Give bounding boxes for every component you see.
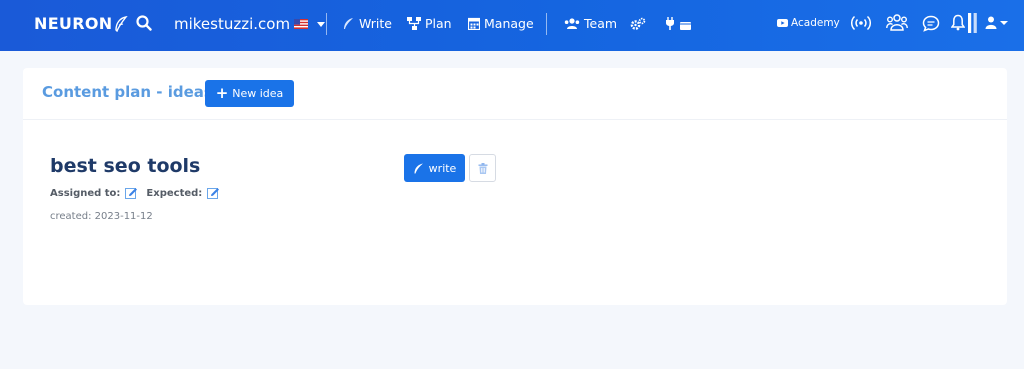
- delete-idea-button[interactable]: [469, 154, 496, 182]
- created-date: created: 2023-11-12: [50, 211, 153, 222]
- status-bars-icon: [968, 13, 978, 33]
- chevron-down-icon: [317, 21, 326, 27]
- neuron-logo[interactable]: NEURON: [34, 14, 129, 33]
- nav-plan[interactable]: Plan: [407, 16, 452, 31]
- nav-write-label: Write: [359, 16, 393, 31]
- plus-icon: +: [215, 84, 229, 102]
- chat-icon[interactable]: [922, 15, 940, 32]
- chevron-down-icon: [1000, 20, 1008, 25]
- edit-assigned-icon[interactable]: [125, 187, 138, 200]
- nav-divider: [546, 13, 547, 35]
- expected-label: Expected:: [146, 188, 203, 199]
- write-button[interactable]: write: [404, 154, 465, 182]
- nav-write[interactable]: Write: [342, 16, 392, 31]
- nav-divider: [326, 13, 327, 35]
- card-header: Content plan - ideas + New idea: [23, 68, 1007, 120]
- nav-manage[interactable]: Manage: [468, 16, 534, 31]
- search-icon[interactable]: [136, 15, 152, 36]
- new-idea-button[interactable]: + New idea: [205, 80, 294, 107]
- calendar-icon: [468, 17, 480, 30]
- academy-link[interactable]: Academy: [777, 17, 840, 29]
- write-label: write: [428, 161, 457, 175]
- feather-logo-icon: [115, 15, 129, 32]
- nav-manage-label: Manage: [484, 16, 534, 31]
- logo-text: NEURON: [34, 14, 113, 33]
- us-flag-icon: [294, 19, 309, 29]
- nav-team[interactable]: Team: [564, 16, 617, 31]
- top-navigation-bar: NEURON mikestuzzi.com Write Plan Manage …: [0, 0, 1024, 51]
- integrations-plug-icon[interactable]: [665, 17, 693, 31]
- nav-team-label: Team: [584, 16, 618, 31]
- broadcast-icon[interactable]: [851, 15, 871, 31]
- page-title: Content plan - ideas: [42, 83, 213, 101]
- nav-plan-label: Plan: [425, 16, 452, 31]
- user-icon: [985, 16, 997, 29]
- content-plan-card: Content plan - ideas + New idea best seo…: [23, 68, 1007, 305]
- user-menu[interactable]: [985, 16, 1008, 29]
- domain-name: mikestuzzi.com: [174, 15, 291, 33]
- new-idea-label: New idea: [232, 87, 284, 100]
- trash-icon: [478, 162, 487, 174]
- idea-meta: Assigned to: Expected:: [50, 187, 228, 200]
- feather-icon: [414, 163, 423, 173]
- domain-selector[interactable]: mikestuzzi.com: [174, 15, 326, 33]
- users-icon: [564, 17, 580, 29]
- feather-icon: [344, 18, 353, 29]
- community-users-icon[interactable]: [886, 14, 908, 31]
- notifications-bell-icon[interactable]: [951, 14, 965, 31]
- youtube-icon: [777, 19, 788, 27]
- settings-gears-icon[interactable]: [630, 17, 646, 31]
- sitemap-icon: [407, 17, 421, 30]
- academy-label: Academy: [791, 17, 840, 29]
- edit-expected-icon[interactable]: [207, 187, 220, 200]
- idea-title: best seo tools: [50, 155, 201, 177]
- assigned-label: Assigned to:: [50, 188, 121, 199]
